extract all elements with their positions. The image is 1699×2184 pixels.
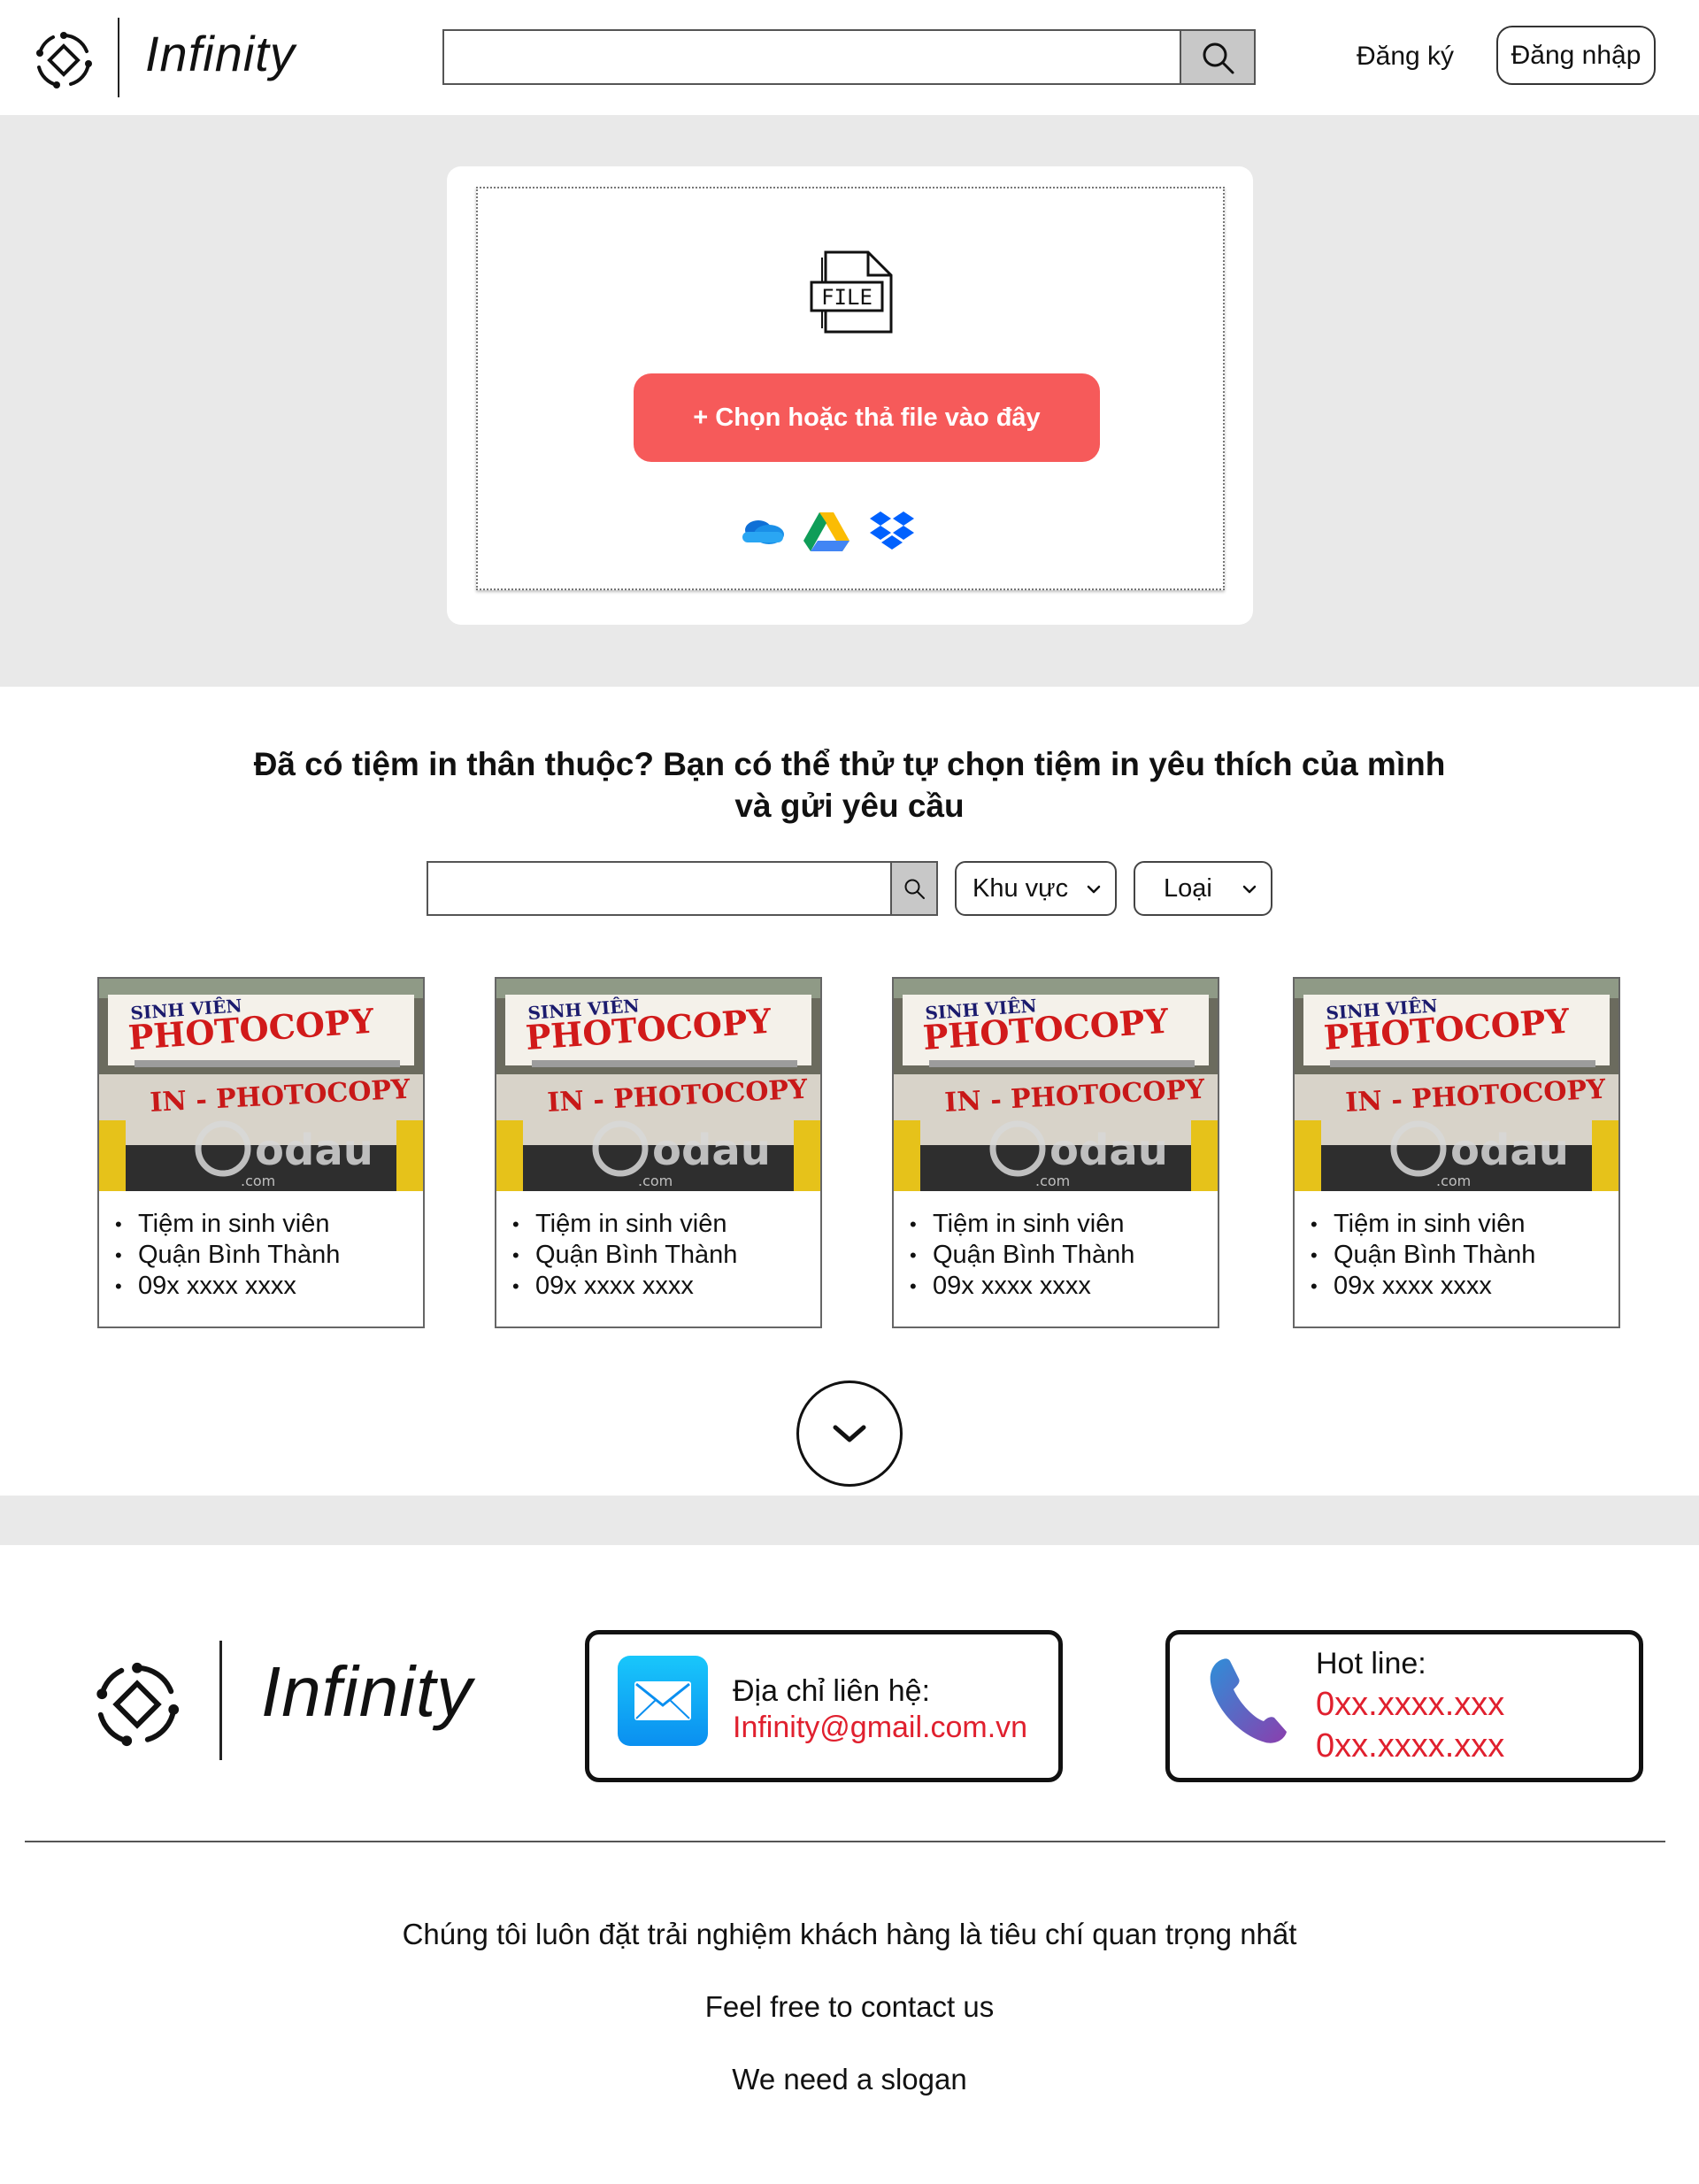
shop-search-input[interactable]	[427, 861, 893, 916]
shops-heading: Đã có tiệm in thân thuộc? Bạn có thể thử…	[177, 743, 1522, 827]
phone-icon	[1210, 1658, 1287, 1743]
shop-photo-watermark-sub: .com	[1035, 1173, 1070, 1189]
login-button[interactable]: Đăng nhập	[1496, 26, 1656, 85]
email-value[interactable]: Infinity@gmail.com.vn	[733, 1711, 1027, 1745]
footer-brand-name: Infinity	[261, 1652, 473, 1731]
shop-info-list: Tiệm in sinh viên Quận Bình Thành 09x xx…	[910, 1209, 1134, 1302]
load-more-button[interactable]	[796, 1380, 903, 1487]
choose-file-button[interactable]: + Chọn hoặc thả file vào đây	[634, 373, 1100, 462]
footer-tagline: Chúng tôi luôn đặt trải nghiệm khách hàn…	[402, 1918, 1297, 1950]
mail-icon	[618, 1656, 708, 1746]
shop-card[interactable]: SINH VIÊN PHOTOCOPY IN - PHOTOCOPY odau …	[892, 977, 1219, 1328]
chevron-down-icon	[833, 1425, 866, 1442]
email-contact-box: Địa chỉ liên hệ: Infinity@gmail.com.vn	[585, 1630, 1063, 1782]
shop-photo: SINH VIÊN PHOTOCOPY IN - PHOTOCOPY odau …	[496, 979, 820, 1191]
shop-info-list: Tiệm in sinh viên Quận Bình Thành 09x xx…	[1311, 1209, 1535, 1302]
logo-divider	[118, 18, 119, 97]
type-filter-label: Loại	[1164, 873, 1212, 903]
footer-divider	[25, 1841, 1665, 1842]
shop-photo-watermark: odau	[652, 1126, 771, 1175]
footer-contact-note: Feel free to contact us	[704, 1990, 995, 2023]
chevron-down-icon	[1242, 885, 1257, 894]
footer-slogan: We need a slogan	[732, 2063, 967, 2096]
shop-photo-watermark-sub: .com	[638, 1173, 673, 1189]
chevron-down-icon	[1087, 885, 1101, 894]
infinity-logo-icon[interactable]	[32, 28, 96, 92]
email-label: Địa chỉ liên hệ:	[733, 1674, 931, 1708]
shop-photo: SINH VIÊN PHOTOCOPY IN - PHOTOCOPY odau …	[1295, 979, 1618, 1191]
file-icon-text: FILE	[821, 285, 873, 310]
hotline-number-2[interactable]: 0xx.xxxx.xxx	[1316, 1727, 1504, 1765]
register-link[interactable]: Đăng ký	[1357, 42, 1454, 72]
shop-phone: 09x xxxx xxxx	[512, 1271, 737, 1302]
shop-photo: SINH VIÊN PHOTOCOPY IN - PHOTOCOPY odau …	[99, 979, 423, 1191]
shop-name: Tiệm in sinh viên	[910, 1209, 1134, 1240]
shop-card[interactable]: SINH VIÊN PHOTOCOPY IN - PHOTOCOPY odau …	[1293, 977, 1620, 1328]
search-input[interactable]	[442, 29, 1256, 85]
hotline-label: Hot line:	[1316, 1647, 1426, 1680]
file-icon: FILE	[810, 250, 893, 334]
upload-card: FILE + Chọn hoặc thả file vào đây	[447, 166, 1253, 625]
shop-district: Quận Bình Thành	[512, 1240, 737, 1271]
infinity-logo-icon	[96, 1662, 180, 1747]
shops-heading-line2: và gửi yêu cầu	[734, 788, 965, 824]
dropbox-icon[interactable]	[867, 509, 917, 553]
type-filter-select[interactable]: Loại	[1134, 861, 1272, 916]
area-filter-select[interactable]: Khu vực	[955, 861, 1117, 916]
upload-section: FILE + Chọn hoặc thả file vào đây	[0, 115, 1699, 687]
shops-section: Đã có tiệm in thân thuộc? Bạn có thể thử…	[0, 687, 1699, 1496]
footer: Infinity Địa chỉ liên hệ: Infinity@gmail…	[0, 1545, 1699, 2184]
shop-info-list: Tiệm in sinh viên Quận Bình Thành 09x xx…	[512, 1209, 737, 1302]
shop-district: Quận Bình Thành	[910, 1240, 1134, 1271]
search-icon	[904, 879, 925, 899]
hotline-number-1[interactable]: 0xx.xxxx.xxx	[1316, 1686, 1504, 1724]
search-button[interactable]	[1180, 29, 1256, 85]
section-divider-band	[0, 1496, 1699, 1545]
shop-info-list: Tiệm in sinh viên Quận Bình Thành 09x xx…	[115, 1209, 340, 1302]
file-drop-zone[interactable]: FILE + Chọn hoặc thả file vào đây	[476, 187, 1225, 590]
shop-photo-watermark: odau	[255, 1126, 373, 1175]
google-drive-icon[interactable]	[802, 509, 851, 553]
header: Infinity Đăng ký Đăng nhập	[0, 0, 1699, 115]
shop-name: Tiệm in sinh viên	[115, 1209, 340, 1240]
hotline-contact-box: Hot line: 0xx.xxxx.xxx 0xx.xxxx.xxx	[1165, 1630, 1643, 1782]
shop-phone: 09x xxxx xxxx	[910, 1271, 1134, 1302]
shop-name: Tiệm in sinh viên	[512, 1209, 737, 1240]
shop-photo-watermark: odau	[1450, 1126, 1569, 1175]
shop-card[interactable]: SINH VIÊN PHOTOCOPY IN - PHOTOCOPY odau …	[97, 977, 425, 1328]
shop-photo-watermark: odau	[1049, 1126, 1168, 1175]
onedrive-icon[interactable]	[737, 509, 787, 553]
brand-name[interactable]: Infinity	[145, 25, 296, 82]
shop-photo-watermark-sub: .com	[1436, 1173, 1471, 1189]
shop-district: Quận Bình Thành	[1311, 1240, 1535, 1271]
shops-heading-line1: Đã có tiệm in thân thuộc? Bạn có thể thử…	[253, 746, 1446, 782]
shop-district: Quận Bình Thành	[115, 1240, 340, 1271]
shop-photo-watermark-sub: .com	[241, 1173, 275, 1189]
shop-card[interactable]: SINH VIÊN PHOTOCOPY IN - PHOTOCOPY odau …	[495, 977, 822, 1328]
search-icon	[1203, 42, 1234, 73]
shop-phone: 09x xxxx xxxx	[115, 1271, 340, 1302]
shop-search-button[interactable]	[890, 861, 938, 916]
footer-logo-divider	[219, 1641, 222, 1760]
shop-name: Tiệm in sinh viên	[1311, 1209, 1535, 1240]
shop-photo: SINH VIÊN PHOTOCOPY IN - PHOTOCOPY odau …	[894, 979, 1218, 1191]
area-filter-label: Khu vực	[973, 873, 1069, 903]
shop-phone: 09x xxxx xxxx	[1311, 1271, 1535, 1302]
